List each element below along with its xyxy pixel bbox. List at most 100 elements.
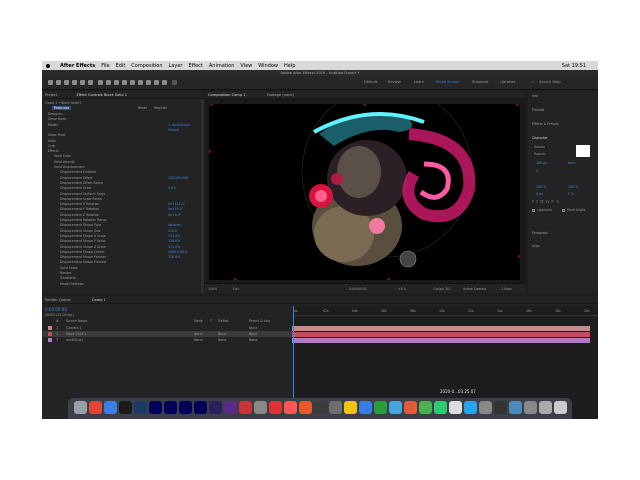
- effect-property-value[interactable]: 100.000,000: [168, 176, 188, 180]
- effect-property-row[interactable]: Render: [60, 271, 71, 275]
- menu-layer[interactable]: Layer: [169, 63, 183, 69]
- dock-app-icon[interactable]: [539, 401, 552, 414]
- dock-app-icon[interactable]: [119, 401, 132, 414]
- dock-app-icon[interactable]: [284, 401, 297, 414]
- effect-property-row[interactable]: Displacement Shape Type Spheres: [60, 223, 181, 227]
- dock-app-icon[interactable]: [254, 401, 267, 414]
- effect-property-row[interactable]: Crop: [48, 144, 55, 148]
- effect-property-value[interactable]: 0x+0.0°: [168, 213, 181, 217]
- layer-parent[interactable]: None: [249, 326, 257, 330]
- effect-property-value[interactable]: 210.0: [168, 229, 177, 233]
- dock-app-icon[interactable]: [359, 401, 372, 414]
- effect-property-row[interactable]: Model 1. dustChuple: [48, 123, 190, 127]
- character-panel-label[interactable]: Character: [532, 136, 548, 140]
- effect-property-value[interactable]: 226.0%: [168, 255, 180, 259]
- dock-app-icon[interactable]: [104, 401, 117, 414]
- effect-property-row[interactable]: Show Mode: [48, 117, 66, 121]
- dock-app-icon[interactable]: [524, 401, 537, 414]
- effect-property-value[interactable]: 131.0%: [168, 245, 180, 249]
- effect-property-value[interactable]: 0x+15.0°: [168, 207, 183, 211]
- eraser-tool-icon[interactable]: [146, 80, 151, 85]
- dock-app-icon[interactable]: [404, 401, 417, 414]
- effect-property-row[interactable]: Solid Color: [54, 154, 71, 158]
- menu-view[interactable]: View: [240, 63, 252, 69]
- baseline-shift-field[interactable]: 0 px: [536, 192, 543, 196]
- effect-property-row[interactable]: Displacement Uniform Scale: [60, 192, 105, 196]
- layer-mode[interactable]: Norm: [194, 338, 203, 342]
- dock-app-icon[interactable]: [164, 401, 177, 414]
- workspace-libraries[interactable]: Libraries: [500, 80, 516, 84]
- font-style-select[interactable]: Regular: [532, 152, 549, 156]
- tab-render-queue[interactable]: Render Queue: [45, 298, 71, 302]
- effect-name[interactable]: Particular: [52, 106, 72, 110]
- tab-effect-controls[interactable]: Effect Controls Black Solid 1: [76, 93, 127, 97]
- home-icon[interactable]: [48, 80, 53, 85]
- layer-mode[interactable]: Norm: [194, 332, 203, 336]
- layer-bar-black-solid[interactable]: [292, 332, 590, 337]
- dock-app-icon[interactable]: [434, 401, 447, 414]
- kerning-field[interactable]: 0: [536, 169, 538, 173]
- layer-bar-camera[interactable]: [292, 326, 590, 331]
- tab-footage[interactable]: Footage (none): [267, 93, 294, 97]
- effect-property-row[interactable]: Solid Opacity: [54, 160, 75, 164]
- dock-app-icon[interactable]: [389, 401, 402, 414]
- effect-property-row[interactable]: Displacement Scale 0.0%: [60, 186, 176, 190]
- effect-property-value[interactable]: 9660.0,66.0: [168, 250, 187, 254]
- menu-window[interactable]: Window: [258, 63, 278, 69]
- dock-app-icon[interactable]: [74, 401, 87, 414]
- brush-tool-icon[interactable]: [130, 80, 135, 85]
- clone-tool-icon[interactable]: [138, 80, 143, 85]
- camera-tool-icon[interactable]: [88, 80, 93, 85]
- effect-property-row[interactable]: Displacement Shape X Scale 134.0%: [60, 234, 180, 238]
- exposure-value[interactable]: +0.0: [398, 287, 406, 291]
- workspace-small-screen[interactable]: Small Screen: [436, 80, 459, 84]
- layer-trkmat[interactable]: None: [218, 332, 226, 336]
- layer-name[interactable]: Camera 1: [66, 326, 82, 330]
- effect-property-value[interactable]: 1. dustChuple: [168, 123, 190, 127]
- layer-parent[interactable]: None: [249, 338, 257, 342]
- effect-property-row[interactable]: Displacement Enabled: [60, 170, 96, 174]
- type-tool-icon[interactable]: [122, 80, 127, 85]
- dock-app-icon[interactable]: [269, 401, 282, 414]
- layer-row[interactable]: 3 dustSH.ply Norm None None: [42, 337, 292, 343]
- tab-composition[interactable]: Composition Comp 1: [208, 93, 246, 97]
- effect-property-value[interactable]: 134.0%: [168, 234, 180, 238]
- workspace-default[interactable]: Default: [364, 80, 377, 84]
- effect-controls-scrollbar[interactable]: [201, 99, 204, 293]
- dock-app-icon[interactable]: [419, 401, 432, 414]
- renderer-select[interactable]: Classic 3D: [433, 287, 450, 291]
- app-menu[interactable]: After Effects: [60, 63, 95, 69]
- align-panel-label[interactable]: Align: [532, 244, 540, 248]
- timeline-timecode[interactable]: 0:00:00:00: [45, 307, 67, 312]
- vertical-scale-field[interactable]: 100 %: [536, 185, 546, 189]
- dock-app-icon[interactable]: [344, 401, 357, 414]
- effect-property-row[interactable]: Displacement Shape Feather 226.0%: [60, 255, 180, 259]
- search-icon[interactable]: ⌕: [532, 80, 534, 84]
- resolution-select[interactable]: Full: [233, 287, 238, 291]
- dock-app-icon[interactable]: [149, 401, 162, 414]
- tab-project[interactable]: Project: [45, 93, 57, 97]
- menu-help[interactable]: Help: [284, 63, 295, 69]
- zoom-select[interactable]: 100%: [208, 287, 217, 291]
- effect-property-row[interactable]: Displacement Z Rotation 0x+0.0°: [60, 213, 181, 217]
- view-layout-select[interactable]: 1 View: [501, 287, 512, 291]
- current-time[interactable]: 0:00:00:00: [349, 287, 366, 291]
- ligatures-checkbox[interactable]: Ligatures: [532, 208, 552, 212]
- dock-app-icon[interactable]: [329, 401, 342, 414]
- dock-app-icon[interactable]: [89, 401, 102, 414]
- effect-property-row[interactable]: Displacement Shape Size 210.0: [60, 229, 177, 233]
- dock-app-icon[interactable]: [224, 401, 237, 414]
- effect-property-value[interactable]: 130.0%: [168, 239, 180, 243]
- dock-app-icon[interactable]: [179, 401, 192, 414]
- register-link[interactable]: Register: [154, 106, 167, 110]
- font-size-field[interactable]: 180 px: [536, 161, 547, 165]
- effect-property-row[interactable]: Displacement Shape Center 9660.0,66.0: [60, 250, 187, 254]
- effect-property-value[interactable]: 0.0%: [168, 186, 176, 190]
- dock-app-icon[interactable]: [464, 401, 477, 414]
- effect-property-row[interactable]: Designer...: [48, 112, 65, 116]
- label-color-swatch[interactable]: [48, 338, 52, 342]
- fill-color-swatch[interactable]: [576, 145, 590, 157]
- camera-select[interactable]: Active Camera: [463, 287, 486, 291]
- hindi-digits-checkbox[interactable]: Hindi Digits: [562, 208, 585, 212]
- effect-property-row[interactable]: Displacement Rotation Ramp: [60, 218, 107, 222]
